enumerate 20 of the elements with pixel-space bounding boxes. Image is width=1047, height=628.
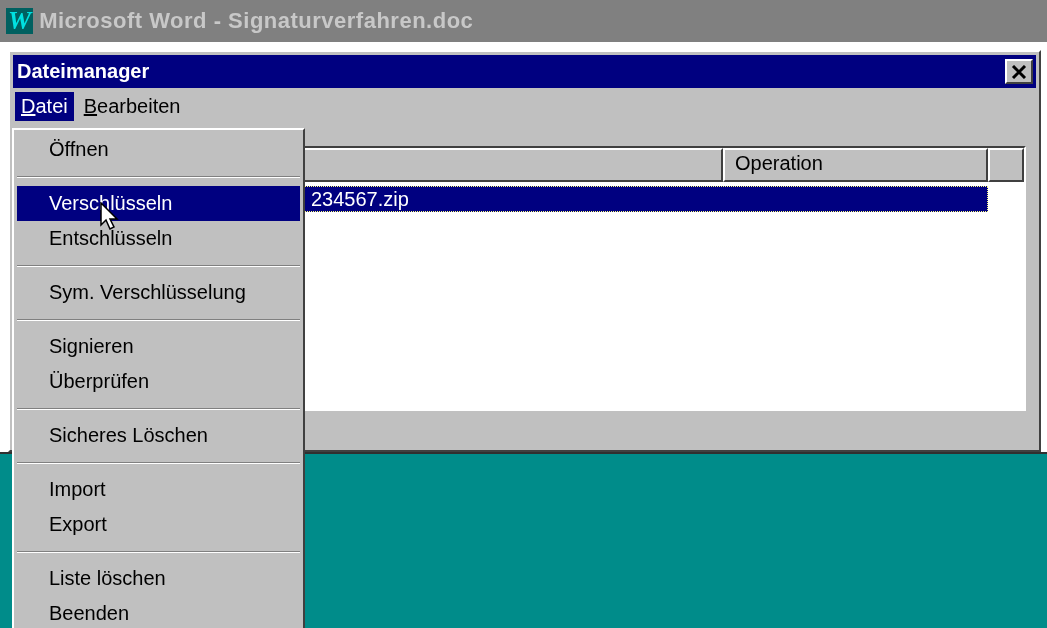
menu-item[interactable]: Signieren	[17, 329, 300, 364]
menu-item[interactable]: Sym. Verschlüsselung	[17, 275, 300, 310]
window-title: Microsoft Word - Signaturverfahren.doc	[39, 8, 474, 34]
menu-item[interactable]: Beenden	[17, 596, 300, 628]
menu-item[interactable]: Öffnen	[17, 132, 300, 167]
menu-bar-item[interactable]: Datei	[15, 91, 74, 121]
dialog-title: Dateimanager	[17, 60, 150, 83]
menu-item[interactable]: Sicheres Löschen	[17, 418, 300, 453]
menu-item[interactable]: Verschlüsseln	[17, 186, 300, 221]
app-logo-icon: W	[6, 8, 34, 34]
menu-item[interactable]: Überprüfen	[17, 364, 300, 399]
menu-item[interactable]: Import	[17, 472, 300, 507]
close-icon	[1011, 64, 1027, 79]
column-header[interactable]	[988, 148, 1024, 182]
menu-bar-item[interactable]: Bearbeiten	[77, 91, 187, 121]
menu-item[interactable]: Liste löschen	[17, 561, 300, 596]
column-header[interactable]: Operation	[723, 148, 988, 182]
menu-item[interactable]: Export	[17, 507, 300, 542]
menu-item[interactable]: Entschlüsseln	[17, 221, 300, 256]
close-button[interactable]	[1005, 59, 1033, 84]
